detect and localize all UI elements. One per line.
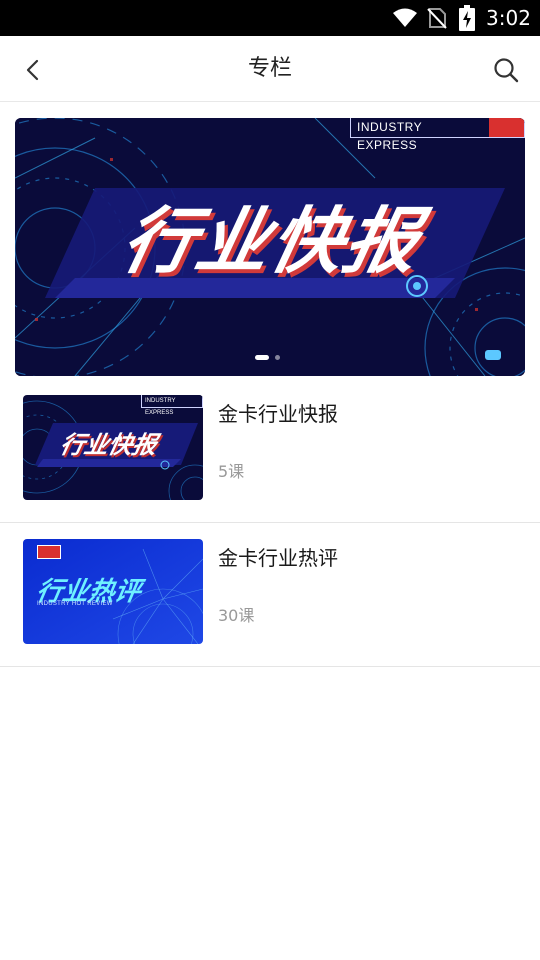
banner-title: 行业快报 xyxy=(114,199,429,283)
column-thumbnail: INDUSTRY EXPRESS 行业快报 xyxy=(23,395,203,500)
clock: 3:02 xyxy=(486,6,531,30)
banner-tag-logo xyxy=(488,118,524,137)
banner-tag: INDUSTRY EXPRESS xyxy=(350,118,525,152)
thumbnail-title: 行业快报 xyxy=(57,431,160,459)
column-title: 金卡行业快报 xyxy=(218,402,338,426)
no-sim-icon xyxy=(427,8,447,29)
column-item-industry-express[interactable]: INDUSTRY EXPRESS 行业快报 金卡行业快报 5课 xyxy=(0,379,540,523)
carousel-indicator xyxy=(255,355,280,360)
column-item-hot-review[interactable]: 行业热评 INDUSTRY HOT REVIEW 金卡行业热评 30课 xyxy=(0,523,540,667)
column-thumbnail: 行业热评 INDUSTRY HOT REVIEW xyxy=(23,539,203,644)
wifi-icon xyxy=(393,8,417,27)
battery-charging-icon xyxy=(459,5,475,31)
carousel-dot-active xyxy=(255,355,269,360)
column-title: 金卡行业热评 xyxy=(218,546,338,570)
thumbnail-tag: INDUSTRY EXPRESS xyxy=(141,395,203,416)
top-app-bar: 专栏 xyxy=(0,36,540,102)
chevron-left-icon xyxy=(26,59,39,81)
carousel-dot xyxy=(275,355,280,360)
banner-tag-en: INDUSTRY EXPRESS xyxy=(357,120,422,152)
search-button[interactable] xyxy=(486,50,526,90)
thumbnail-logo xyxy=(37,545,61,559)
back-button[interactable] xyxy=(14,50,54,90)
search-icon xyxy=(494,58,519,83)
status-bar: 3:02 xyxy=(0,0,540,36)
lesson-count: 5课 xyxy=(218,462,245,481)
lesson-count: 30课 xyxy=(218,606,255,625)
banner-carousel[interactable]: INDUSTRY EXPRESS 行业快报 xyxy=(15,118,525,376)
page-title: 专栏 xyxy=(247,56,292,81)
thumbnail-subtitle: INDUSTRY HOT REVIEW xyxy=(37,601,113,607)
